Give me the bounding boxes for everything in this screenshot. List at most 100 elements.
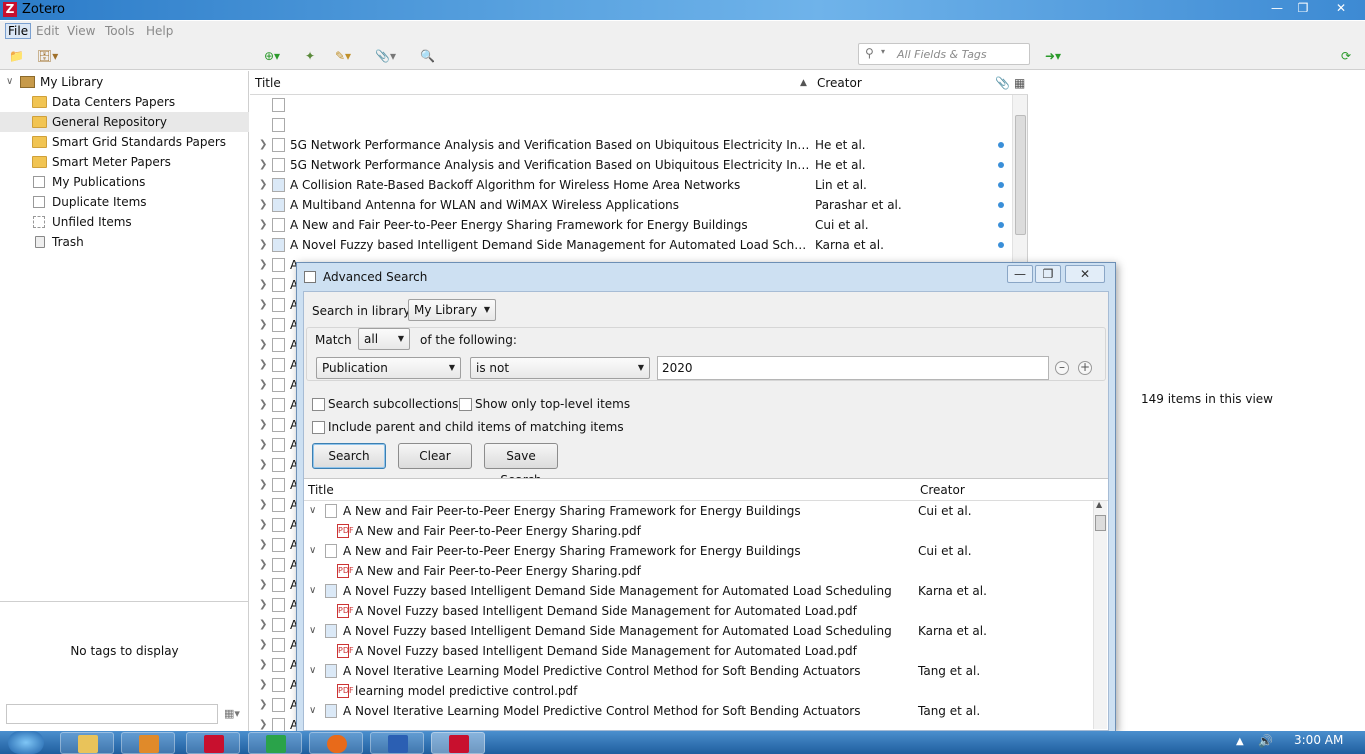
result-row[interactable]: ∨ A New and Fair Peer-to-Peer Energy Sha… <box>304 541 1094 561</box>
add-by-identifier-icon[interactable]: ✦ <box>305 47 315 65</box>
add-condition-button[interactable]: + <box>1078 361 1092 375</box>
new-note-icon[interactable]: ✎▾ <box>335 47 351 65</box>
collection-item[interactable]: Data Centers Papers <box>0 92 249 112</box>
chevron-right-icon[interactable]: ❯ <box>259 615 267 635</box>
chevron-right-icon[interactable]: ❯ <box>259 495 267 515</box>
chevron-right-icon[interactable]: ❯ <box>259 175 267 195</box>
chevron-down-icon[interactable]: ∨ <box>309 541 316 561</box>
collection-item[interactable]: My Publications <box>0 172 249 192</box>
chevron-right-icon[interactable]: ❯ <box>259 355 267 375</box>
dialog-maximize-button[interactable]: ❐ <box>1035 265 1061 283</box>
taskbar-zotero[interactable] <box>431 732 485 754</box>
chevron-right-icon[interactable]: ❯ <box>259 135 267 155</box>
chevron-down-icon[interactable]: ∨ <box>309 621 316 641</box>
collection-item[interactable]: Smart Meter Papers <box>0 152 249 172</box>
close-button[interactable]: ✕ <box>1326 0 1356 18</box>
condition-field-select[interactable]: Publication ▼ <box>316 357 461 379</box>
volume-icon[interactable]: 🔊 <box>1258 734 1273 748</box>
col-title-header[interactable]: Title <box>255 76 281 90</box>
collection-item[interactable]: Smart Grid Standards Papers <box>0 132 249 152</box>
new-item-icon[interactable]: ⊕▾ <box>264 47 280 65</box>
item-row[interactable]: ❯ A Multiband Antenna for WLAN and WiMAX… <box>250 195 1010 215</box>
item-row[interactable]: ❯ A Collision Rate-Based Backoff Algorit… <box>250 175 1010 195</box>
condition-operator-select[interactable]: is not ▼ <box>470 357 650 379</box>
results-col-creator[interactable]: Creator <box>920 483 965 497</box>
new-library-icon[interactable]: 🗄▾ <box>37 47 58 65</box>
locate-icon[interactable]: ➜▾ <box>1045 47 1061 65</box>
chevron-right-icon[interactable]: ❯ <box>259 555 267 575</box>
taskbar-acrobat[interactable] <box>186 732 240 754</box>
chevron-right-icon[interactable]: ❯ <box>259 335 267 355</box>
chevron-right-icon[interactable]: ❯ <box>259 395 267 415</box>
taskbar-word[interactable] <box>370 732 424 754</box>
chevron-right-icon[interactable]: ❯ <box>259 215 267 235</box>
item-row[interactable]: ❯ 5G Network Performance Analysis and Ve… <box>250 135 1010 155</box>
chevron-right-icon[interactable]: ❯ <box>259 595 267 615</box>
result-child-row[interactable]: PDF A Novel Fuzzy based Intelligent Dema… <box>304 641 1094 661</box>
tray-arrow-icon[interactable]: ▲ <box>1236 736 1244 747</box>
clear-button[interactable]: Clear <box>398 443 472 469</box>
taskbar-app-green[interactable] <box>248 732 302 754</box>
chevron-down-icon[interactable]: ∨ <box>6 72 13 92</box>
collection-item[interactable]: Trash <box>0 232 249 252</box>
clock[interactable]: 3:00 AM <box>1294 733 1343 747</box>
collection-my-library[interactable]: ∨ My Library <box>0 72 249 92</box>
chevron-right-icon[interactable]: ❯ <box>259 435 267 455</box>
chevron-right-icon[interactable]: ❯ <box>259 475 267 495</box>
chevron-right-icon[interactable]: ❯ <box>259 315 267 335</box>
minimize-button[interactable]: — <box>1264 0 1290 18</box>
dialog-close-button[interactable]: ✕ <box>1065 265 1105 283</box>
menu-edit[interactable]: Edit <box>36 24 59 38</box>
menu-help[interactable]: Help <box>146 24 173 38</box>
results-col-title[interactable]: Title <box>308 483 334 497</box>
chevron-right-icon[interactable]: ❯ <box>259 275 267 295</box>
results-scrollbar[interactable]: ▲ <box>1093 500 1107 729</box>
result-child-row[interactable]: PDF learning model predictive control.pd… <box>304 681 1094 701</box>
start-button[interactable] <box>8 731 44 754</box>
menu-view[interactable]: View <box>67 24 95 38</box>
chevron-down-icon[interactable]: ∨ <box>309 701 316 721</box>
item-row[interactable] <box>250 95 1010 115</box>
menu-tools[interactable]: Tools <box>105 24 135 38</box>
result-row[interactable]: ∨ A Novel Fuzzy based Intelligent Demand… <box>304 621 1094 641</box>
chevron-right-icon[interactable]: ❯ <box>259 515 267 535</box>
result-child-row[interactable]: PDF A Novel Fuzzy based Intelligent Dema… <box>304 601 1094 621</box>
chevron-right-icon[interactable]: ❯ <box>259 255 267 275</box>
chevron-right-icon[interactable]: ❯ <box>259 675 267 695</box>
result-row[interactable]: ∨ A Novel Fuzzy based Intelligent Demand… <box>304 581 1094 601</box>
collection-item-selected[interactable]: General Repository <box>0 112 249 132</box>
chevron-right-icon[interactable]: ❯ <box>259 155 267 175</box>
dialog-minimize-button[interactable]: — <box>1007 265 1033 283</box>
collection-item[interactable]: Unfiled Items <box>0 212 249 232</box>
col-creator-header[interactable]: Creator <box>817 76 862 90</box>
column-picker-icon[interactable]: ▦ <box>1014 76 1025 90</box>
chevron-right-icon[interactable]: ❯ <box>259 635 267 655</box>
dialog-title-bar[interactable]: Advanced Search — ❐ ✕ <box>297 263 1115 291</box>
item-row[interactable]: ❯ A New and Fair Peer-to-Peer Energy Sha… <box>250 215 1010 235</box>
chevron-right-icon[interactable]: ❯ <box>259 455 267 475</box>
result-child-row[interactable]: PDF A New and Fair Peer-to-Peer Energy S… <box>304 521 1094 541</box>
library-select[interactable]: My Library ▼ <box>408 299 496 321</box>
item-row[interactable]: ❯ 5G Network Performance Analysis and Ve… <box>250 155 1010 175</box>
sync-icon[interactable]: ⟳ <box>1341 47 1351 65</box>
chevron-right-icon[interactable]: ❯ <box>259 655 267 675</box>
chevron-right-icon[interactable]: ❯ <box>259 575 267 595</box>
result-row[interactable]: ∨ A New and Fair Peer-to-Peer Energy Sha… <box>304 501 1094 521</box>
chevron-down-icon[interactable]: ∨ <box>309 501 316 521</box>
taskbar-firefox[interactable] <box>309 732 363 754</box>
chevron-right-icon[interactable]: ❯ <box>259 375 267 395</box>
tag-filter-input[interactable] <box>6 704 218 724</box>
show-top-level-checkbox[interactable] <box>459 398 472 411</box>
result-row[interactable]: ∨ A Novel Iterative Learning Model Predi… <box>304 661 1094 681</box>
collection-item[interactable]: Duplicate Items <box>0 192 249 212</box>
chevron-right-icon[interactable]: ❯ <box>259 695 267 715</box>
result-child-row[interactable]: PDF A New and Fair Peer-to-Peer Energy S… <box>304 561 1094 581</box>
scrollbar-thumb[interactable] <box>1015 115 1026 235</box>
item-row[interactable] <box>250 115 1010 135</box>
search-subcollections-checkbox[interactable] <box>312 398 325 411</box>
save-search-button[interactable]: Save Search <box>484 443 558 487</box>
taskbar-explorer[interactable] <box>60 732 114 754</box>
menu-file[interactable]: File <box>5 23 32 39</box>
chevron-right-icon[interactable]: ❯ <box>259 195 267 215</box>
chevron-right-icon[interactable]: ❯ <box>259 415 267 435</box>
